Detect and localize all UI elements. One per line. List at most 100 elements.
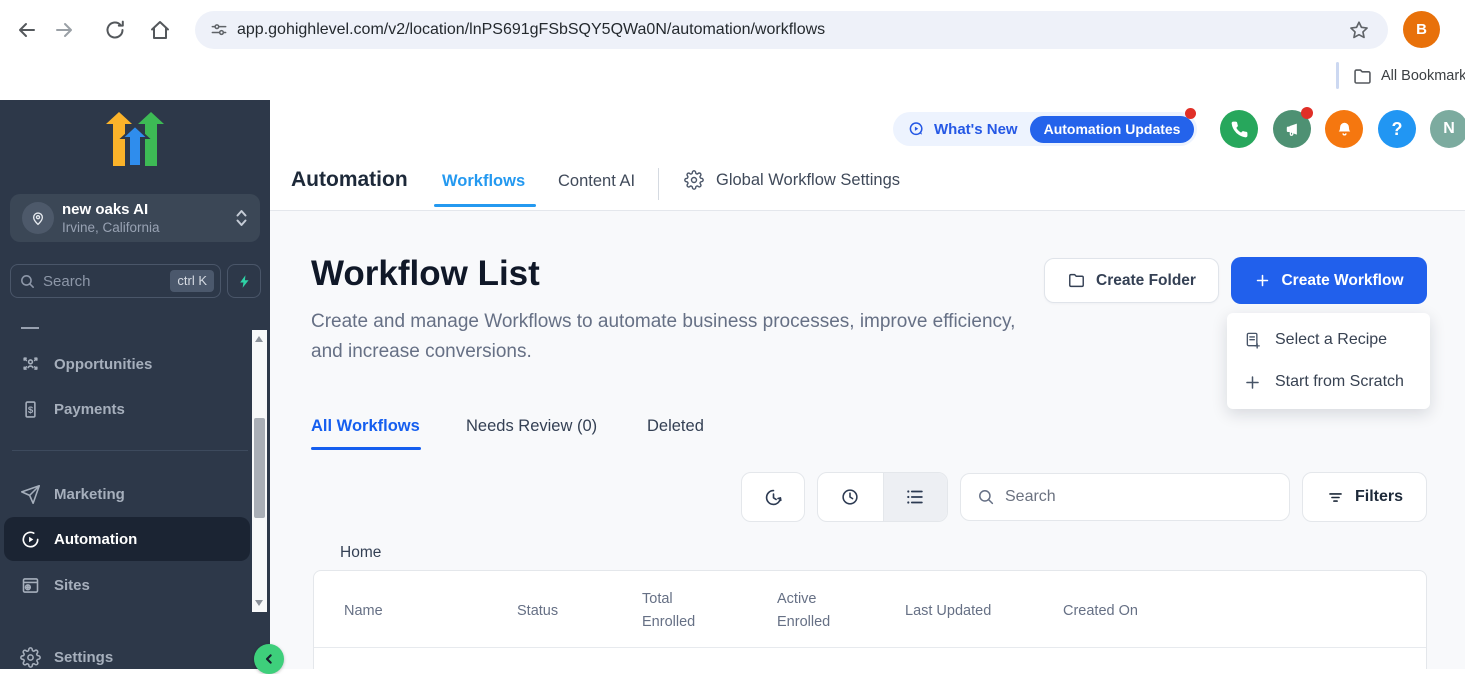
phone-button[interactable] <box>1220 110 1258 148</box>
clock-icon <box>839 486 861 508</box>
sidebar: new oaks AI Irvine, California ctrl K Op… <box>0 100 270 669</box>
location-name: new oaks AI <box>62 201 148 218</box>
page-title: Automation <box>291 168 408 192</box>
location-switcher[interactable]: new oaks AI Irvine, California <box>10 194 260 242</box>
table-header-row: Name Status Total Enrolled Active Enroll… <box>314 571 1426 648</box>
gear-icon <box>684 170 704 190</box>
quick-actions-button[interactable] <box>227 264 261 298</box>
bookmarks-folder-icon[interactable] <box>1352 66 1373 87</box>
sidebar-item-label: Payments <box>54 401 125 418</box>
whats-new-pill[interactable]: What's New Automation Updates <box>893 112 1197 146</box>
sidebar-item-payments[interactable]: $ Payments <box>0 387 250 431</box>
site-info-icon[interactable] <box>209 20 229 40</box>
sidebar-item-automation[interactable]: Automation <box>4 517 250 561</box>
notifications-bell-button[interactable] <box>1325 110 1363 148</box>
announcements-button[interactable] <box>1273 110 1311 148</box>
execution-logs-button[interactable] <box>741 472 805 522</box>
workflow-search[interactable] <box>960 473 1290 521</box>
sidebar-item-label: Settings <box>54 649 113 666</box>
sidebar-item-sites[interactable]: Sites <box>0 563 250 607</box>
global-settings-label: Global Workflow Settings <box>716 171 900 190</box>
workflows-table: Name Status Total Enrolled Active Enroll… <box>313 570 1427 669</box>
help-button[interactable]: ? <box>1378 110 1416 148</box>
column-header-total-enrolled[interactable]: Total Enrolled <box>642 588 714 634</box>
breadcrumb-home[interactable]: Home <box>340 544 381 562</box>
back-icon[interactable] <box>15 18 39 42</box>
sidebar-scrollbar[interactable] <box>252 330 267 612</box>
sidebar-item-label: Automation <box>54 531 137 548</box>
time-view-toggle[interactable] <box>818 473 883 521</box>
column-header-name[interactable]: Name <box>344 600 383 623</box>
menu-item-start-from-scratch[interactable]: Start from Scratch <box>1227 361 1430 403</box>
header-divider <box>658 168 659 200</box>
whats-new-icon <box>907 120 926 139</box>
all-bookmarks-label[interactable]: All Bookmarks <box>1381 68 1465 84</box>
column-header-last-updated[interactable]: Last Updated <box>905 600 991 623</box>
column-header-created-on[interactable]: Created On <box>1063 600 1138 623</box>
create-workflow-button[interactable]: Create Workflow <box>1231 257 1427 304</box>
sites-icon <box>20 575 41 596</box>
workflow-search-input[interactable] <box>1005 488 1265 506</box>
search-icon <box>977 488 995 506</box>
marketing-send-icon <box>20 484 41 505</box>
shortcut-badge: ctrl K <box>170 270 214 292</box>
sidebar-collapse-button[interactable] <box>254 644 284 674</box>
filter-lines-icon <box>1326 488 1345 507</box>
user-avatar[interactable]: N <box>1430 110 1465 148</box>
view-toggle-group <box>817 472 948 522</box>
menu-item-select-recipe[interactable]: Select a Recipe <box>1227 319 1430 361</box>
sidebar-item-opportunities[interactable]: Opportunities <box>0 342 250 386</box>
workflow-list-subtitle: Create and manage Workflows to automate … <box>311 307 1031 367</box>
automation-updates-badge[interactable]: Automation Updates <box>1030 116 1195 143</box>
sidebar-item-label: Sites <box>54 577 90 594</box>
payments-icon: $ <box>20 399 41 420</box>
main-content: Workflow List Create and manage Workflow… <box>270 211 1465 669</box>
reload-icon[interactable] <box>103 18 127 42</box>
tab-content-ai[interactable]: Content AI <box>558 172 635 191</box>
notification-dot <box>1185 108 1196 119</box>
whats-new-label: What's New <box>934 121 1018 138</box>
sidebar-item-marketing[interactable]: Marketing <box>0 472 250 516</box>
active-tab-underline <box>434 204 536 207</box>
column-header-active-enrolled[interactable]: Active Enrolled <box>777 588 849 634</box>
location-city: Irvine, California <box>62 220 160 235</box>
scroll-down-arrow[interactable] <box>255 600 263 606</box>
sidebar-search-input[interactable] <box>43 265 171 297</box>
create-folder-button[interactable]: Create Folder <box>1044 258 1219 303</box>
global-workflow-settings-link[interactable]: Global Workflow Settings <box>684 170 900 190</box>
bookmark-star-icon[interactable] <box>1348 19 1370 41</box>
opportunities-icon <box>20 354 41 375</box>
workflow-list-title: Workflow List <box>311 254 540 294</box>
home-icon[interactable] <box>148 18 172 42</box>
column-header-status[interactable]: Status <box>517 600 558 623</box>
menu-item-label: Select a Recipe <box>1275 331 1387 349</box>
question-mark-icon: ? <box>1392 119 1403 140</box>
search-icon <box>19 273 36 290</box>
settings-gear-icon <box>20 647 41 668</box>
create-workflow-menu: Select a Recipe Start from Scratch <box>1227 313 1430 409</box>
sidebar-search[interactable]: ctrl K <box>10 264 221 298</box>
bookmarks-divider <box>1336 62 1339 89</box>
svg-text:$: $ <box>28 405 34 416</box>
sidebar-item-label: Opportunities <box>54 356 152 373</box>
list-icon <box>904 486 926 508</box>
sidebar-item-label: Marketing <box>54 486 125 503</box>
menu-item-label: Start from Scratch <box>1275 373 1404 391</box>
forward-icon[interactable] <box>52 18 76 42</box>
list-view-toggle[interactable] <box>883 473 948 521</box>
url-input[interactable] <box>237 11 1137 49</box>
plus-icon <box>1243 373 1262 392</box>
browser-profile-avatar[interactable]: B <box>1403 11 1440 48</box>
filters-button[interactable]: Filters <box>1302 472 1427 522</box>
address-bar[interactable] <box>195 11 1388 49</box>
scrollbar-thumb[interactable] <box>254 418 265 518</box>
tab-deleted[interactable]: Deleted <box>647 417 704 436</box>
scrolled-item-remnant <box>21 327 39 329</box>
tab-all-workflows[interactable]: All Workflows <box>311 417 420 436</box>
notification-dot <box>1301 107 1313 119</box>
active-tab-underline <box>311 447 421 450</box>
scroll-up-arrow[interactable] <box>255 336 263 342</box>
tab-workflows[interactable]: Workflows <box>442 172 525 191</box>
tab-needs-review[interactable]: Needs Review (0) <box>466 417 597 436</box>
sidebar-item-settings[interactable]: Settings <box>0 635 250 669</box>
